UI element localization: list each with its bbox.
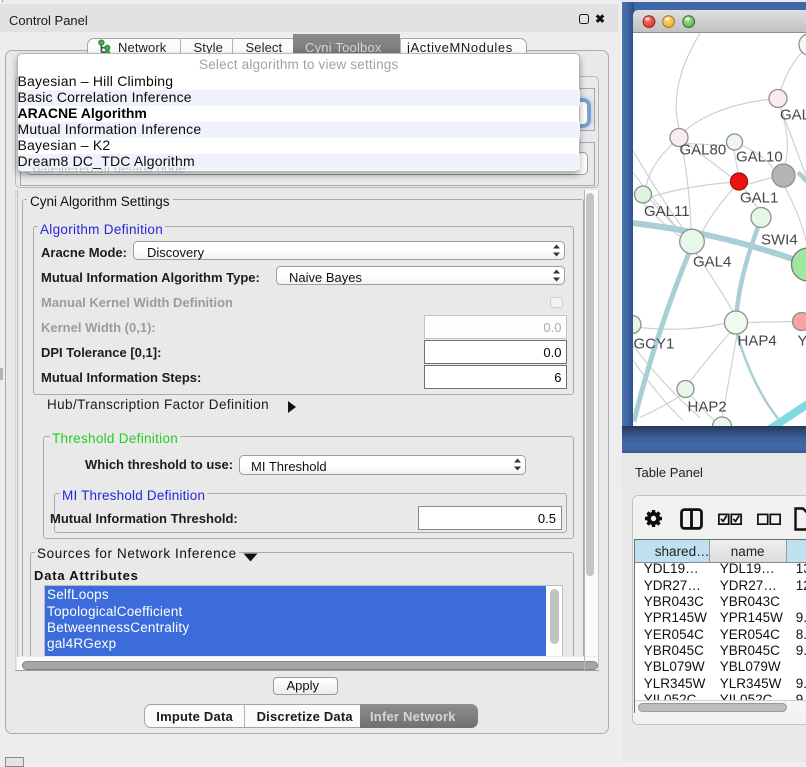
- svg-text:SWI4: SWI4: [761, 231, 798, 248]
- svg-text:GAL10: GAL10: [736, 148, 783, 165]
- svg-text:HAP4: HAP4: [738, 332, 777, 349]
- svg-text:Y: Y: [798, 332, 806, 349]
- svg-text:HAP2: HAP2: [688, 398, 727, 415]
- svg-text:GAL80: GAL80: [680, 141, 727, 158]
- svg-text:GAL4: GAL4: [693, 253, 731, 270]
- svg-text:GAL11: GAL11: [644, 203, 690, 220]
- svg-text:GCY1: GCY1: [634, 335, 675, 352]
- svg-text:GAL7: GAL7: [780, 106, 806, 123]
- svg-text:GAL1: GAL1: [740, 189, 778, 206]
